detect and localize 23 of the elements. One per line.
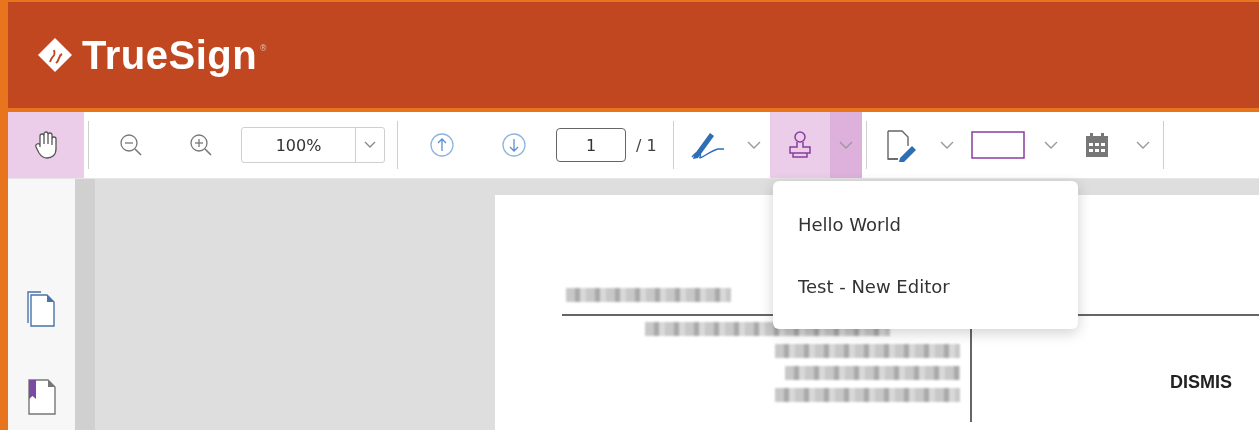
rectangle-icon <box>970 131 1027 159</box>
caret-icon <box>1135 140 1150 150</box>
dropdown-caret-button[interactable] <box>829 112 862 178</box>
menu-item[interactable]: Test - New Editor <box>773 255 1078 317</box>
stamp-tool-button[interactable] <box>769 112 830 178</box>
logo-icon <box>36 36 74 74</box>
hand-icon <box>33 130 59 160</box>
hand-tool-button[interactable] <box>8 112 84 178</box>
caret-icon <box>939 140 954 150</box>
document-heading: DISMIS <box>1170 372 1232 392</box>
logo-text: TrueSign <box>82 32 258 78</box>
registered-mark: ® <box>259 44 268 53</box>
page-count: / 1 <box>636 135 657 155</box>
calendar-icon <box>1083 131 1110 159</box>
caret-icon <box>838 140 853 150</box>
page-number-field[interactable]: 1 <box>556 128 626 162</box>
menu-item[interactable]: Hello World <box>773 193 1078 255</box>
caret-icon <box>746 140 761 150</box>
zoom-in-icon <box>189 133 213 157</box>
caret-icon <box>1043 140 1058 150</box>
zoom-select[interactable]: 100% <box>241 127 385 163</box>
zoom-out-icon <box>119 133 143 157</box>
caret-icon <box>364 141 376 149</box>
